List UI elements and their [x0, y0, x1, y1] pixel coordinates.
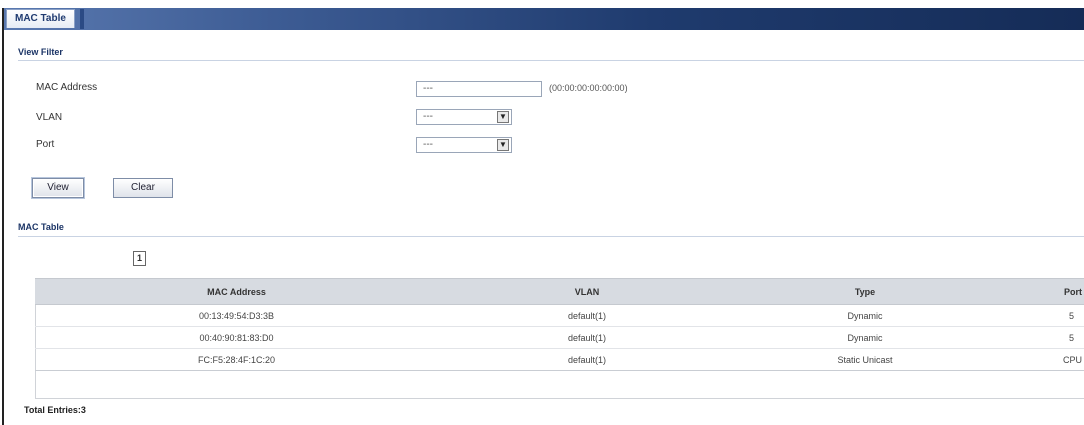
cell-type: Static Unicast: [736, 348, 994, 371]
cell-vlan: default(1): [438, 348, 736, 371]
cell-type: Dynamic: [736, 304, 994, 327]
table-header-row: MAC Address VLAN Type Port: [35, 278, 1084, 305]
cell-mac: FC:F5:28:4F:1C:20: [35, 348, 438, 371]
table-row: 00:40:90:81:83:D0 default(1) Dynamic 5: [35, 326, 1084, 349]
port-dropdown-arrow-icon[interactable]: ▼: [497, 139, 509, 151]
title-bar: [4, 8, 1084, 30]
mac-table-page: MAC Table View Filter MAC Address --- (0…: [0, 0, 1084, 425]
mac-table-title: MAC Table: [18, 222, 64, 232]
view-filter-title: View Filter: [18, 47, 63, 57]
cell-vlan: default(1): [438, 326, 736, 349]
port-label: Port: [36, 139, 55, 150]
mac-address-label: MAC Address: [36, 82, 98, 93]
vlan-label: VLAN: [36, 112, 63, 123]
cell-mac: 00:40:90:81:83:D0: [35, 326, 438, 349]
cell-port: CPU: [994, 348, 1084, 371]
cell-port: 5: [994, 326, 1084, 349]
cell-type: Dynamic: [736, 326, 994, 349]
table-row: FC:F5:28:4F:1C:20 default(1) Static Unic…: [35, 348, 1084, 371]
view-button[interactable]: View: [32, 178, 84, 198]
mac-table: MAC Address VLAN Type Port 00:13:49:54:D…: [35, 278, 1084, 371]
cell-mac: 00:13:49:54:D3:3B: [35, 304, 438, 327]
mac-table-divider: [18, 236, 1084, 237]
column-header-type: Type: [736, 278, 994, 305]
mac-address-input[interactable]: ---: [416, 81, 542, 97]
tab-edge: [80, 9, 84, 29]
clear-button[interactable]: Clear: [113, 178, 173, 198]
total-entries: Total Entries:3: [24, 405, 86, 415]
page-selector[interactable]: 1: [133, 251, 146, 266]
column-header-mac-address: MAC Address: [35, 278, 438, 305]
column-header-vlan: VLAN: [438, 278, 736, 305]
page-left-border: [2, 8, 4, 425]
view-filter-divider: [18, 60, 1084, 61]
table-row: 00:13:49:54:D3:3B default(1) Dynamic 5: [35, 304, 1084, 327]
cell-vlan: default(1): [438, 304, 736, 327]
vlan-dropdown-arrow-icon[interactable]: ▼: [497, 111, 509, 123]
column-header-port: Port: [994, 278, 1084, 305]
mac-address-format-hint: (00:00:00:00:00:00): [549, 83, 628, 93]
cell-port: 5: [994, 304, 1084, 327]
tab-mac-table[interactable]: MAC Table: [6, 9, 75, 28]
